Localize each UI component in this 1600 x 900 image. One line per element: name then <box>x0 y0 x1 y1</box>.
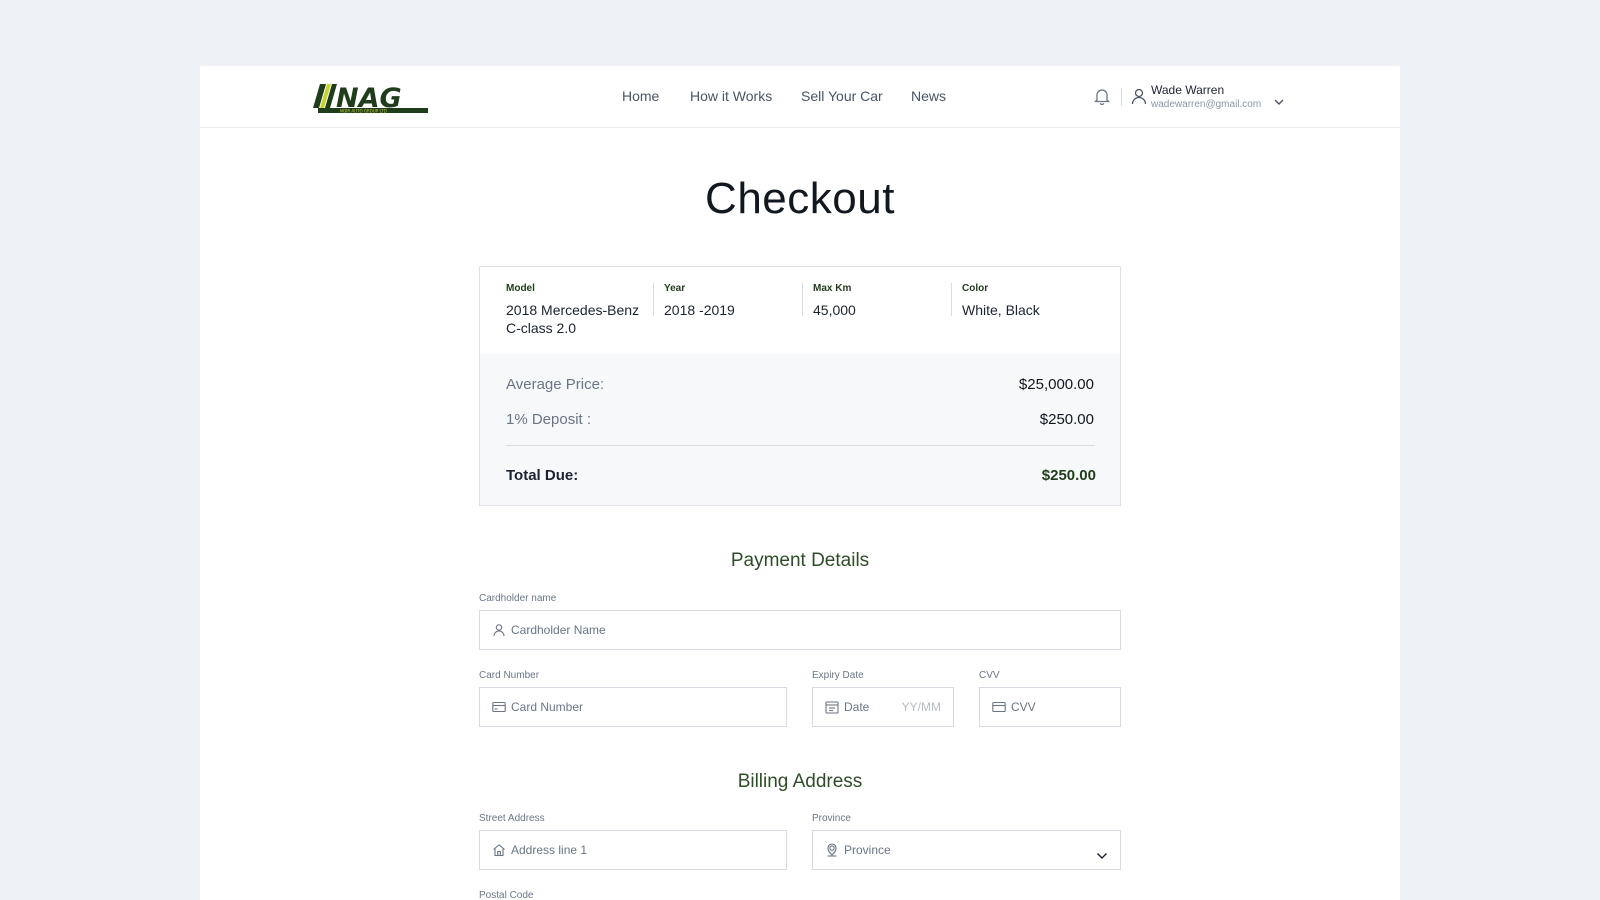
cvv-placeholder: CVV <box>1011 700 1036 714</box>
card-number-placeholder: Card Number <box>511 700 584 714</box>
street-address-label: Street Address <box>479 813 545 824</box>
billing-address-title: Billing Address <box>737 771 863 792</box>
spec-label: Color <box>962 283 989 294</box>
spec-value: 2018 -2019 <box>664 302 735 318</box>
credit-card-icon <box>992 700 1006 714</box>
spec-value: 2018 Mercedes-Benz C-class 2.0 <box>506 302 640 336</box>
spec-label: Max Km <box>813 283 852 294</box>
user-icon <box>492 623 506 637</box>
credit-card-icon <box>492 700 506 714</box>
page-title: Checkout <box>705 174 895 223</box>
bell-icon[interactable] <box>1092 86 1112 106</box>
cvv-input[interactable]: CVV <box>979 687 1121 727</box>
user-name[interactable]: Wade Warren <box>1151 83 1224 97</box>
chevron-down-icon[interactable] <box>1273 93 1285 105</box>
spec-model: Model 2018 Mercedes-Benz C-class 2.0 <box>506 283 641 337</box>
main-menu: Home How it Works Sell Your Car News <box>200 66 1400 128</box>
cardholder-name-input[interactable]: Cardholder Name <box>479 610 1121 650</box>
home-icon <box>492 843 506 857</box>
chevron-down-icon[interactable] <box>1096 847 1108 859</box>
price-divider <box>506 445 1095 446</box>
nav-how-it-works[interactable]: How it Works <box>690 88 772 104</box>
deposit-value: $250.00 <box>1039 411 1094 428</box>
spec-color: Color White, Black <box>962 283 1102 319</box>
deposit-label: 1% Deposit : <box>506 411 592 428</box>
vehicle-specs: Model 2018 Mercedes-Benz C-class 2.0 Yea… <box>480 267 1120 354</box>
total-due-label: Total Due: <box>506 467 579 484</box>
location-icon <box>825 843 839 857</box>
spec-divider <box>951 283 952 316</box>
order-summary: Model 2018 Mercedes-Benz C-class 2.0 Yea… <box>479 266 1121 506</box>
checkout-page: NAG NOIR AUTO GROUP LTD Home How it Work… <box>200 66 1400 900</box>
cardholder-name-label: Cardholder name <box>479 593 557 604</box>
spec-max-km: Max Km 45,000 <box>813 283 943 319</box>
spec-value: 45,000 <box>813 302 856 318</box>
average-price-value: $25,000.00 <box>1018 376 1094 393</box>
expiry-date-placeholder: Date <box>844 700 870 714</box>
header-divider <box>1121 88 1122 106</box>
cardholder-name-placeholder: Cardholder Name <box>511 623 606 637</box>
street-address-placeholder: Address line 1 <box>511 843 588 857</box>
calendar-icon <box>825 700 839 714</box>
average-price-label: Average Price: <box>506 376 605 393</box>
price-breakdown: Average Price: $25,000.00 1% Deposit : $… <box>480 354 1120 505</box>
province-placeholder: Province <box>844 843 891 857</box>
expiry-format-hint: YY/MM <box>901 700 941 714</box>
cvv-label: CVV <box>979 670 1000 681</box>
top-nav: NAG NOIR AUTO GROUP LTD Home How it Work… <box>200 66 1400 128</box>
spec-divider <box>802 283 803 316</box>
spec-label: Model <box>506 283 535 294</box>
card-number-label: Card Number <box>479 670 540 681</box>
card-number-input[interactable]: Card Number <box>479 687 787 727</box>
postal-code-label: Postal Code <box>479 890 534 900</box>
user-email: wadewarren@gmail.com <box>1151 99 1262 110</box>
nav-sell-your-car[interactable]: Sell Your Car <box>801 88 883 104</box>
spec-divider <box>653 283 654 316</box>
total-due-value: $250.00 <box>1041 467 1096 484</box>
spec-year: Year 2018 -2019 <box>664 283 794 319</box>
payment-details-title: Payment Details <box>730 550 870 571</box>
expiry-date-input[interactable]: Date YY/MM <box>812 687 954 727</box>
nav-news[interactable]: News <box>911 88 946 104</box>
spec-label: Year <box>664 283 686 294</box>
street-address-input[interactable]: Address line 1 <box>479 830 787 870</box>
expiry-date-label: Expiry Date <box>812 670 864 681</box>
spec-value: White, Black <box>962 302 1040 318</box>
nav-home[interactable]: Home <box>622 88 659 104</box>
user-icon[interactable] <box>1130 87 1148 105</box>
province-label: Province <box>812 813 851 824</box>
province-select[interactable]: Province <box>812 830 1121 870</box>
